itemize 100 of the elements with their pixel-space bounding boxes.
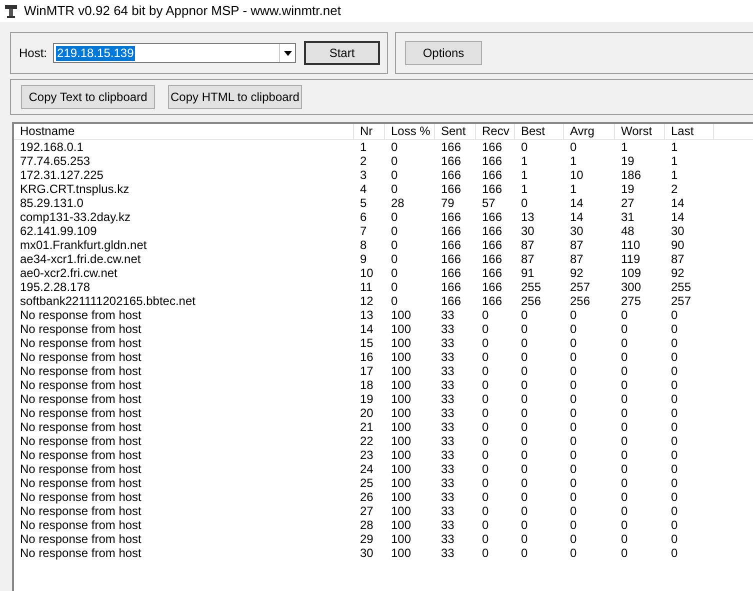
table-cell: 100	[391, 462, 412, 476]
table-cell: 33	[441, 518, 454, 532]
table-cell: 85.29.131.0	[20, 196, 84, 210]
table-cell: 30	[570, 224, 584, 238]
table-cell: No response from host	[20, 364, 142, 378]
table-cell: 7	[360, 224, 367, 238]
table-cell: No response from host	[20, 392, 142, 406]
host-field[interactable]: 219.18.15.139	[53, 43, 296, 63]
table-cell: 30	[671, 224, 684, 238]
column-header[interactable]: Sent	[435, 124, 476, 140]
table-cell: 100	[391, 532, 412, 546]
table-cell: 87	[671, 252, 684, 266]
table-cell: softbank221111202165.bbtec.net	[20, 294, 196, 308]
table-cell: 0	[570, 364, 577, 378]
table-cell: 100	[391, 378, 412, 392]
column-header[interactable]: Worst	[615, 124, 665, 140]
table-cell: No response from host	[20, 350, 142, 364]
table-cell: 100	[391, 448, 412, 462]
table-cell: 0	[570, 308, 577, 322]
table-cell: 0	[391, 182, 398, 196]
table-cell: 0	[521, 420, 528, 434]
table-cell: 1	[671, 168, 678, 182]
table-cell: 256	[570, 294, 590, 308]
table-cell: No response from host	[20, 308, 142, 322]
table-cell: 33	[441, 490, 454, 504]
table-cell: 166	[441, 140, 462, 154]
table-cell: 0	[391, 280, 398, 294]
table-cell: 17	[360, 364, 374, 378]
table-cell: 172.31.127.225	[20, 168, 104, 182]
table-cell: 100	[391, 490, 412, 504]
table-cell: 100	[391, 336, 412, 350]
table-cell: 0	[521, 532, 528, 546]
table-cell: 0	[521, 462, 528, 476]
table-cell: 0	[391, 238, 398, 252]
table-cell: 100	[391, 546, 412, 560]
column-header[interactable]: Recv	[476, 124, 515, 140]
table-cell: 0	[570, 434, 577, 448]
table-cell: 100	[391, 392, 412, 406]
table-cell: 0	[621, 322, 628, 336]
table-cell: 0	[482, 476, 489, 490]
table-cell: 0	[671, 322, 678, 336]
options-button[interactable]: Options	[405, 41, 482, 65]
host-label: Host:	[19, 45, 48, 62]
column-header[interactable]: Avrg	[564, 124, 615, 140]
table-cell: 166	[482, 252, 502, 266]
table-cell: 0	[570, 420, 577, 434]
table-cell: 33	[441, 462, 454, 476]
table-cell: No response from host	[20, 476, 142, 490]
table-cell: 166	[482, 280, 502, 294]
host-value: 219.18.15.139	[56, 46, 135, 60]
table-cell: 100	[391, 518, 412, 532]
start-button[interactable]: Start	[304, 41, 380, 65]
table-cell: 12	[360, 294, 374, 308]
table-cell: 0	[671, 434, 678, 448]
table-cell: 90	[671, 238, 684, 252]
column-header[interactable]: Last	[665, 124, 714, 140]
table-cell: 0	[521, 490, 528, 504]
table-cell: 119	[621, 252, 640, 266]
table-cell: 27	[360, 504, 374, 518]
copy-html-button[interactable]: Copy HTML to clipboard	[168, 85, 302, 109]
table-cell: 166	[441, 280, 462, 294]
table-cell: 19	[621, 154, 634, 168]
copy-text-button[interactable]: Copy Text to clipboard	[21, 85, 155, 109]
table-cell: 255	[671, 280, 692, 294]
column-header[interactable]: Loss %	[385, 124, 435, 140]
table-cell: 166	[441, 252, 462, 266]
table-cell: 18	[360, 378, 374, 392]
table-cell: 0	[482, 322, 489, 336]
table-cell: 166	[482, 224, 502, 238]
column-header[interactable]: Nr	[354, 124, 385, 140]
table-cell: 257	[671, 294, 692, 308]
table-cell: No response from host	[20, 434, 142, 448]
table-cell: 8	[360, 238, 367, 252]
table-cell: 0	[482, 350, 489, 364]
table-cell: No response from host	[20, 378, 142, 392]
table-cell: 0	[391, 154, 398, 168]
table-cell: 33	[441, 504, 454, 518]
table-cell: 0	[482, 448, 489, 462]
table-cell: 0	[521, 378, 528, 392]
table-cell: 166	[482, 294, 502, 308]
table-cell: 0	[621, 392, 628, 406]
table-cell: 109	[621, 266, 642, 280]
table-cell: 0	[621, 336, 628, 350]
table-cell: 0	[482, 546, 489, 560]
table-cell: 1	[570, 182, 577, 196]
table-cell: 0	[621, 532, 628, 546]
table-cell: 0	[621, 434, 628, 448]
table-cell: 0	[482, 392, 489, 406]
table-cell: 87	[570, 252, 584, 266]
table-cell: 13	[521, 210, 534, 224]
table-cell: 0	[521, 322, 528, 336]
table-cell: 14	[360, 322, 374, 336]
table-cell: 31	[621, 210, 634, 224]
table-cell: 10	[570, 168, 584, 182]
table-cell: 9	[360, 252, 367, 266]
table-cell: 166	[441, 210, 462, 224]
column-header[interactable]: Hostname	[14, 124, 354, 140]
table-cell: 100	[391, 504, 412, 518]
table-cell: 0	[482, 490, 489, 504]
column-header[interactable]: Best	[515, 124, 564, 140]
